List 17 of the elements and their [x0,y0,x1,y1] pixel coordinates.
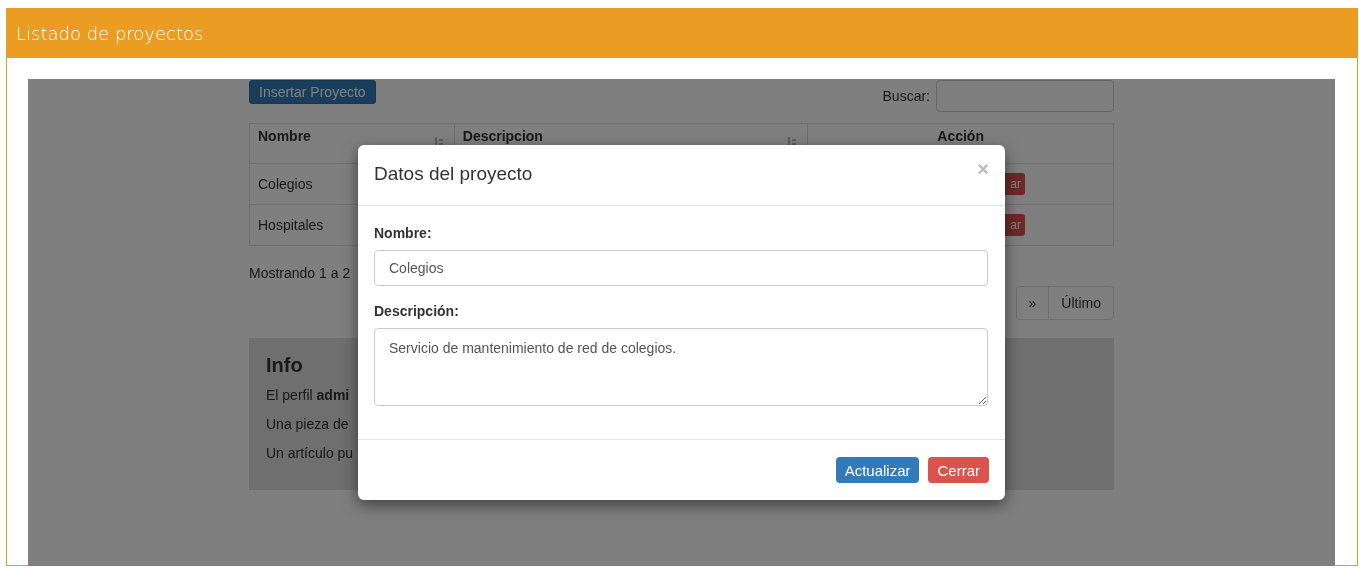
pagination-link[interactable]: » [1015,286,1050,320]
insert-button[interactable]: Insertar Proyecto [249,80,376,104]
page-header: Listado de proyectos [6,8,1358,58]
search-label: Buscar: [882,88,930,104]
pagination-link[interactable]: Último [1048,286,1114,320]
search-field[interactable] [936,80,1114,112]
info-text: Un artículo pu [266,445,355,461]
info-text: El perfil admi [266,387,351,403]
info-title: Info [266,354,304,377]
name-field[interactable]: Colegios [374,250,988,286]
info-text: Una pieza de [266,416,350,432]
update-button[interactable]: Actualizar [835,457,920,483]
field-label: Descripción: [374,303,460,319]
table-summary: Mostrando 1 a 2 [249,265,351,281]
description-field[interactable]: Servicio de mantenimiento de red de colegios. [374,328,988,406]
close-dialog-button[interactable]: Cerrar [928,457,989,483]
field-label: Nombre: [374,225,433,241]
